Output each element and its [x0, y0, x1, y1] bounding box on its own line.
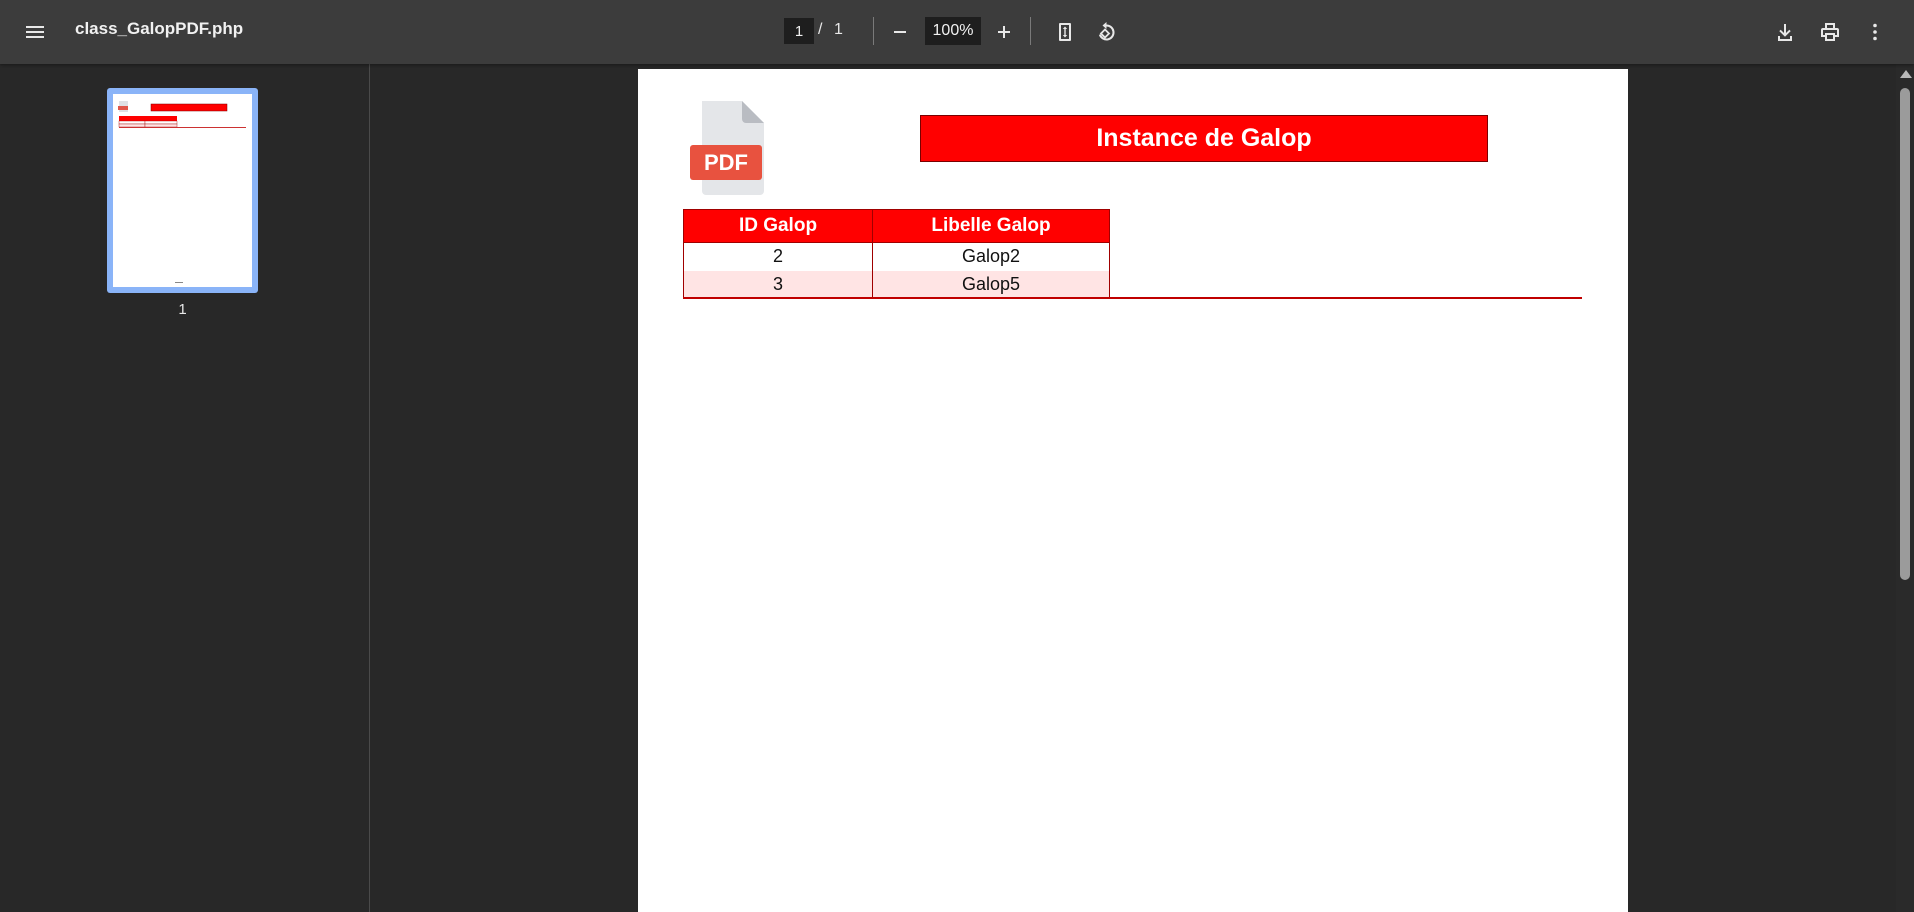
more-vertical-icon: [1873, 23, 1877, 41]
table-header-row: ID Galop Libelle Galop: [683, 209, 1110, 243]
scroll-up-arrow-icon[interactable]: [1900, 70, 1912, 78]
pdf-file-icon: PDF: [690, 101, 764, 195]
galop-table: ID Galop Libelle Galop 2 Galop2 3 Galop5: [683, 209, 1110, 299]
page-total: 1: [834, 21, 843, 38]
document-viewer: PDF Instance de Galop ID Galop Libelle G…: [371, 64, 1914, 912]
rotate-button[interactable]: [1085, 12, 1125, 52]
toolbar-divider: [873, 17, 874, 45]
pdf-toolbar: class_GalopPDF.php / 1: [0, 0, 1914, 64]
vertical-scrollbar[interactable]: [1896, 64, 1914, 912]
column-header-libelle: Libelle Galop: [872, 209, 1110, 243]
table-row: 3 Galop5: [683, 270, 1110, 299]
table-cell-id: 3: [683, 270, 873, 299]
thumbnail-sidebar: 1: [0, 64, 370, 912]
page-separator: /: [818, 21, 823, 38]
hamburger-menu-icon: [26, 26, 44, 38]
plus-icon: [998, 26, 1010, 38]
document-title: class_GalopPDF.php: [75, 19, 244, 38]
minus-icon: [894, 31, 906, 33]
page-number-input[interactable]: [784, 18, 814, 44]
more-options-button[interactable]: [1855, 12, 1895, 52]
download-icon: [1778, 24, 1792, 41]
fit-to-page-icon: [1059, 23, 1071, 41]
fit-to-page-button[interactable]: [1045, 12, 1085, 52]
table-row: 2 Galop2: [683, 242, 1110, 271]
print-button[interactable]: [1810, 12, 1850, 52]
thumbnail-page-label: 1: [178, 301, 187, 318]
toolbar-divider: [1030, 17, 1031, 45]
zoom-in-button[interactable]: [984, 12, 1024, 52]
thumbnail-page-preview: [113, 94, 252, 287]
menu-button[interactable]: [15, 12, 55, 52]
scrollbar-thumb[interactable]: [1900, 88, 1910, 580]
thumbnail-preview-graphic: [118, 101, 246, 283]
column-header-id: ID Galop: [683, 209, 873, 243]
rotate-counterclockwise-icon: [1098, 22, 1115, 41]
pdf-logo-text: PDF: [704, 150, 748, 175]
page-thumbnail[interactable]: [107, 88, 258, 293]
horizontal-rule: [683, 297, 1582, 299]
download-button[interactable]: [1765, 12, 1805, 52]
pdf-page: PDF Instance de Galop ID Galop Libelle G…: [638, 69, 1628, 912]
printer-icon: [1821, 23, 1839, 41]
zoom-out-button[interactable]: [880, 12, 920, 52]
table-cell-id: 2: [683, 242, 873, 271]
document-heading: Instance de Galop: [920, 115, 1488, 162]
table-cell-libelle: Galop5: [872, 270, 1110, 299]
table-cell-libelle: Galop2: [872, 242, 1110, 271]
zoom-input[interactable]: [925, 17, 981, 45]
